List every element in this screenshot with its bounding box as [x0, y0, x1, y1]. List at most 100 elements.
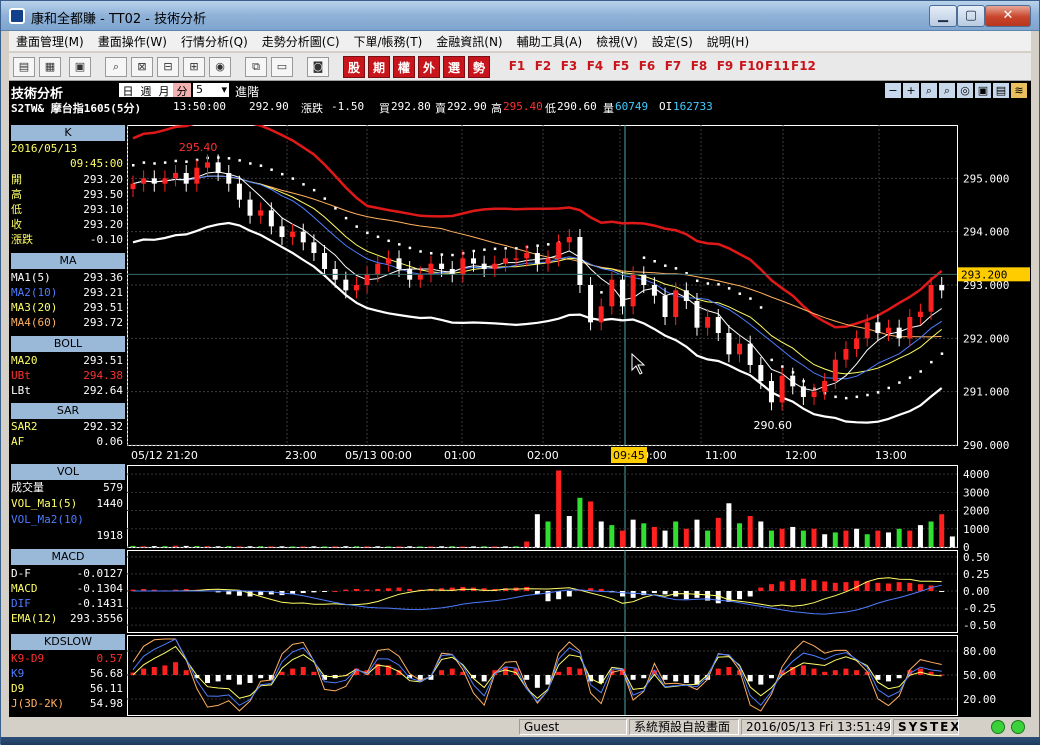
k-panel-title[interactable]: K	[11, 125, 125, 141]
save-icon[interactable]: ▣	[975, 83, 991, 98]
vol-panel-title[interactable]: VOL	[11, 464, 125, 480]
zoom-in-icon[interactable]: +	[903, 83, 919, 98]
kd-bar	[747, 675, 753, 682]
menu-settings[interactable]: 設定(S)	[645, 31, 700, 51]
sar-row-label: AF	[11, 435, 25, 448]
stock-button[interactable]: 股	[343, 56, 365, 78]
eye-icon[interactable]: ◎	[957, 83, 973, 98]
settings-icon[interactable]: ≋	[1011, 83, 1027, 98]
print-icon[interactable]: ▤	[993, 83, 1009, 98]
arrange-icon[interactable]: ⊞	[183, 57, 205, 77]
boll-panel-title[interactable]: BOLL	[11, 336, 125, 352]
sar-row-value: 292.32	[83, 420, 123, 433]
sar-point	[653, 260, 656, 263]
menu-tools[interactable]: 輔助工具(A)	[510, 31, 590, 51]
globe-icon[interactable]: ◉	[209, 57, 231, 77]
fkey-f9-button[interactable]: F9	[713, 57, 737, 77]
sar-point	[227, 157, 231, 160]
candle-body	[811, 391, 817, 397]
tab-minute[interactable]: 分	[173, 83, 191, 98]
maximize-button[interactable]: ▢	[957, 5, 985, 27]
macd-panel-title[interactable]: MACD	[11, 549, 125, 565]
candle-body	[673, 290, 679, 317]
split-icon[interactable]: ⊟	[157, 57, 179, 77]
foreign-button[interactable]: 外	[418, 56, 440, 78]
sar-point	[493, 247, 497, 251]
zoom-out-icon[interactable]: −	[885, 83, 901, 98]
sar-point	[185, 160, 188, 163]
ma-panel-title[interactable]: MA	[11, 253, 125, 269]
fkey-f8-button[interactable]: F8	[687, 57, 711, 77]
volume-label: 量	[603, 102, 614, 115]
sar-point	[674, 267, 678, 270]
bid-label: 買	[379, 102, 390, 115]
sar-point	[834, 395, 837, 399]
fkey-f10-button[interactable]: F10	[739, 57, 764, 77]
fkey-f2-button[interactable]: F2	[531, 57, 555, 77]
tab-month[interactable]: 月	[155, 83, 173, 98]
brand-icon[interactable]: ◙	[307, 57, 329, 77]
sar-panel-title[interactable]: SAR	[11, 403, 125, 419]
select-button[interactable]: 選	[443, 56, 465, 78]
kd-bar	[673, 675, 679, 682]
kd-bar	[800, 665, 806, 675]
kd-row: D9 56.11	[11, 681, 125, 696]
menu-screen-operate[interactable]: 畫面操作(W)	[91, 31, 174, 51]
minimize-button[interactable]: ▁	[929, 5, 957, 27]
candle-body	[492, 263, 498, 269]
vol-bar	[662, 530, 668, 547]
kd-panel-title[interactable]: KDSLOW	[11, 634, 125, 650]
close-button[interactable]: ✕	[985, 5, 1031, 27]
fkey-f7-button[interactable]: F7	[661, 57, 685, 77]
magnify-reset-icon[interactable]: ⌕	[939, 83, 955, 98]
layout-icon[interactable]: ▤	[13, 57, 35, 77]
menu-help[interactable]: 說明(H)	[700, 31, 756, 51]
kd-bar	[439, 670, 445, 675]
kd-bar	[258, 675, 264, 679]
menu-quote-analysis[interactable]: 行情分析(Q)	[174, 31, 255, 51]
fkey-f6-button[interactable]: F6	[635, 57, 659, 77]
menu-order-account[interactable]: 下單/帳務(T)	[347, 31, 430, 51]
futures-button[interactable]: 期	[368, 56, 390, 78]
chart-canvas[interactable]: 290.000291.000292.000293.000294.000295.0…	[127, 125, 1031, 717]
search-icon[interactable]: ⌕	[105, 57, 127, 77]
magnify-icon[interactable]: ⌕	[921, 83, 937, 98]
vol-bar	[683, 528, 689, 547]
fkey-f1-button[interactable]: F1	[505, 57, 529, 77]
tab-day[interactable]: 日	[119, 83, 137, 98]
candle-body	[481, 263, 487, 269]
menu-trend-chart[interactable]: 走勢分析圖(C)	[255, 31, 347, 51]
macd-bar	[768, 584, 774, 591]
close-window-icon[interactable]: ⊠	[131, 57, 153, 77]
options-button[interactable]: 權	[393, 56, 415, 78]
kd-bar	[141, 668, 147, 675]
vol-bar	[800, 530, 806, 547]
macd-bar	[758, 587, 764, 591]
window-icon[interactable]: ▣	[69, 57, 91, 77]
chart-icon[interactable]: ▦	[39, 57, 61, 77]
link-icon[interactable]: ⧉	[245, 57, 267, 77]
interval-select[interactable]: 5 ▾	[193, 83, 229, 97]
advanced-link[interactable]: 進階	[235, 83, 259, 100]
vol-bar	[513, 546, 519, 548]
fkey-f12-button[interactable]: F12	[791, 57, 816, 77]
vol-bar	[300, 546, 306, 548]
sar-point	[887, 386, 891, 390]
monitor-icon[interactable]: ▭	[271, 57, 293, 77]
candle-body	[800, 386, 806, 397]
macd-row: MACD -0.1304	[11, 581, 125, 596]
candle-body	[279, 226, 285, 237]
trend-button[interactable]: 勢	[468, 56, 490, 78]
fkey-f4-button[interactable]: F4	[583, 57, 607, 77]
fkey-f11-button[interactable]: F11	[765, 57, 790, 77]
tab-week[interactable]: 週	[137, 83, 155, 98]
menu-financial-info[interactable]: 金融資訊(N)	[429, 31, 509, 51]
fkey-f3-button[interactable]: F3	[557, 57, 581, 77]
menu-view[interactable]: 檢視(V)	[589, 31, 645, 51]
sar-point	[706, 282, 710, 285]
boll-row-label: UBt	[11, 369, 31, 382]
fkey-f5-button[interactable]: F5	[609, 57, 633, 77]
vol-row-label: VOL_Ma2(10)	[11, 513, 84, 526]
sar-point	[738, 292, 742, 295]
menu-screen-manage[interactable]: 畫面管理(M)	[9, 31, 91, 51]
